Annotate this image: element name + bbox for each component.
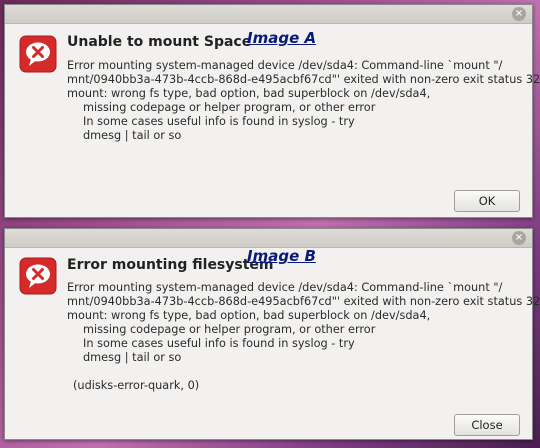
close-icon[interactable]: × bbox=[512, 231, 526, 245]
error-message: Error mounting system-managed device /de… bbox=[67, 59, 540, 143]
titlebar: × bbox=[5, 229, 532, 248]
message-line: mnt/0940bb3a-473b-4ccb-868d-e495acbf67cd… bbox=[67, 295, 540, 308]
message-line: Error mounting system-managed device /de… bbox=[67, 281, 503, 294]
message-line: In some cases useful info is found in sy… bbox=[83, 115, 355, 128]
message-line: mnt/0940bb3a-473b-4ccb-868d-e495acbf67cd… bbox=[67, 73, 540, 86]
dialog-unable-to-mount: × Unable to mount Space Image A Error mo… bbox=[4, 4, 540, 218]
message-line: dmesg | tail or so bbox=[83, 129, 182, 142]
message-line: mount: wrong fs type, bad option, bad su… bbox=[67, 309, 431, 322]
error-icon bbox=[19, 35, 57, 73]
message-line: missing codepage or helper program, or o… bbox=[83, 101, 376, 114]
image-caption: Image B bbox=[247, 247, 316, 265]
message-line: In some cases useful info is found in sy… bbox=[83, 337, 355, 350]
message-line: mount: wrong fs type, bad option, bad su… bbox=[67, 87, 431, 100]
error-domain-text: (udisks-error-quark, 0) bbox=[73, 379, 200, 392]
dialog-error-mounting-filesystem: × Error mounting filesystem Image B Erro… bbox=[4, 228, 540, 440]
error-icon bbox=[19, 257, 57, 295]
message-line: Error mounting system-managed device /de… bbox=[67, 59, 503, 72]
ok-button[interactable]: OK bbox=[454, 190, 520, 212]
error-message: Error mounting system-managed device /de… bbox=[67, 281, 540, 393]
message-line: dmesg | tail or so bbox=[83, 351, 182, 364]
close-icon[interactable]: × bbox=[512, 7, 526, 21]
dialog-title: Unable to mount Space bbox=[67, 34, 252, 50]
image-caption: Image A bbox=[247, 29, 317, 47]
titlebar: × bbox=[5, 5, 532, 24]
close-button[interactable]: Close bbox=[454, 414, 520, 436]
dialog-title: Error mounting filesystem bbox=[67, 257, 274, 273]
message-line: missing codepage or helper program, or o… bbox=[83, 323, 376, 336]
